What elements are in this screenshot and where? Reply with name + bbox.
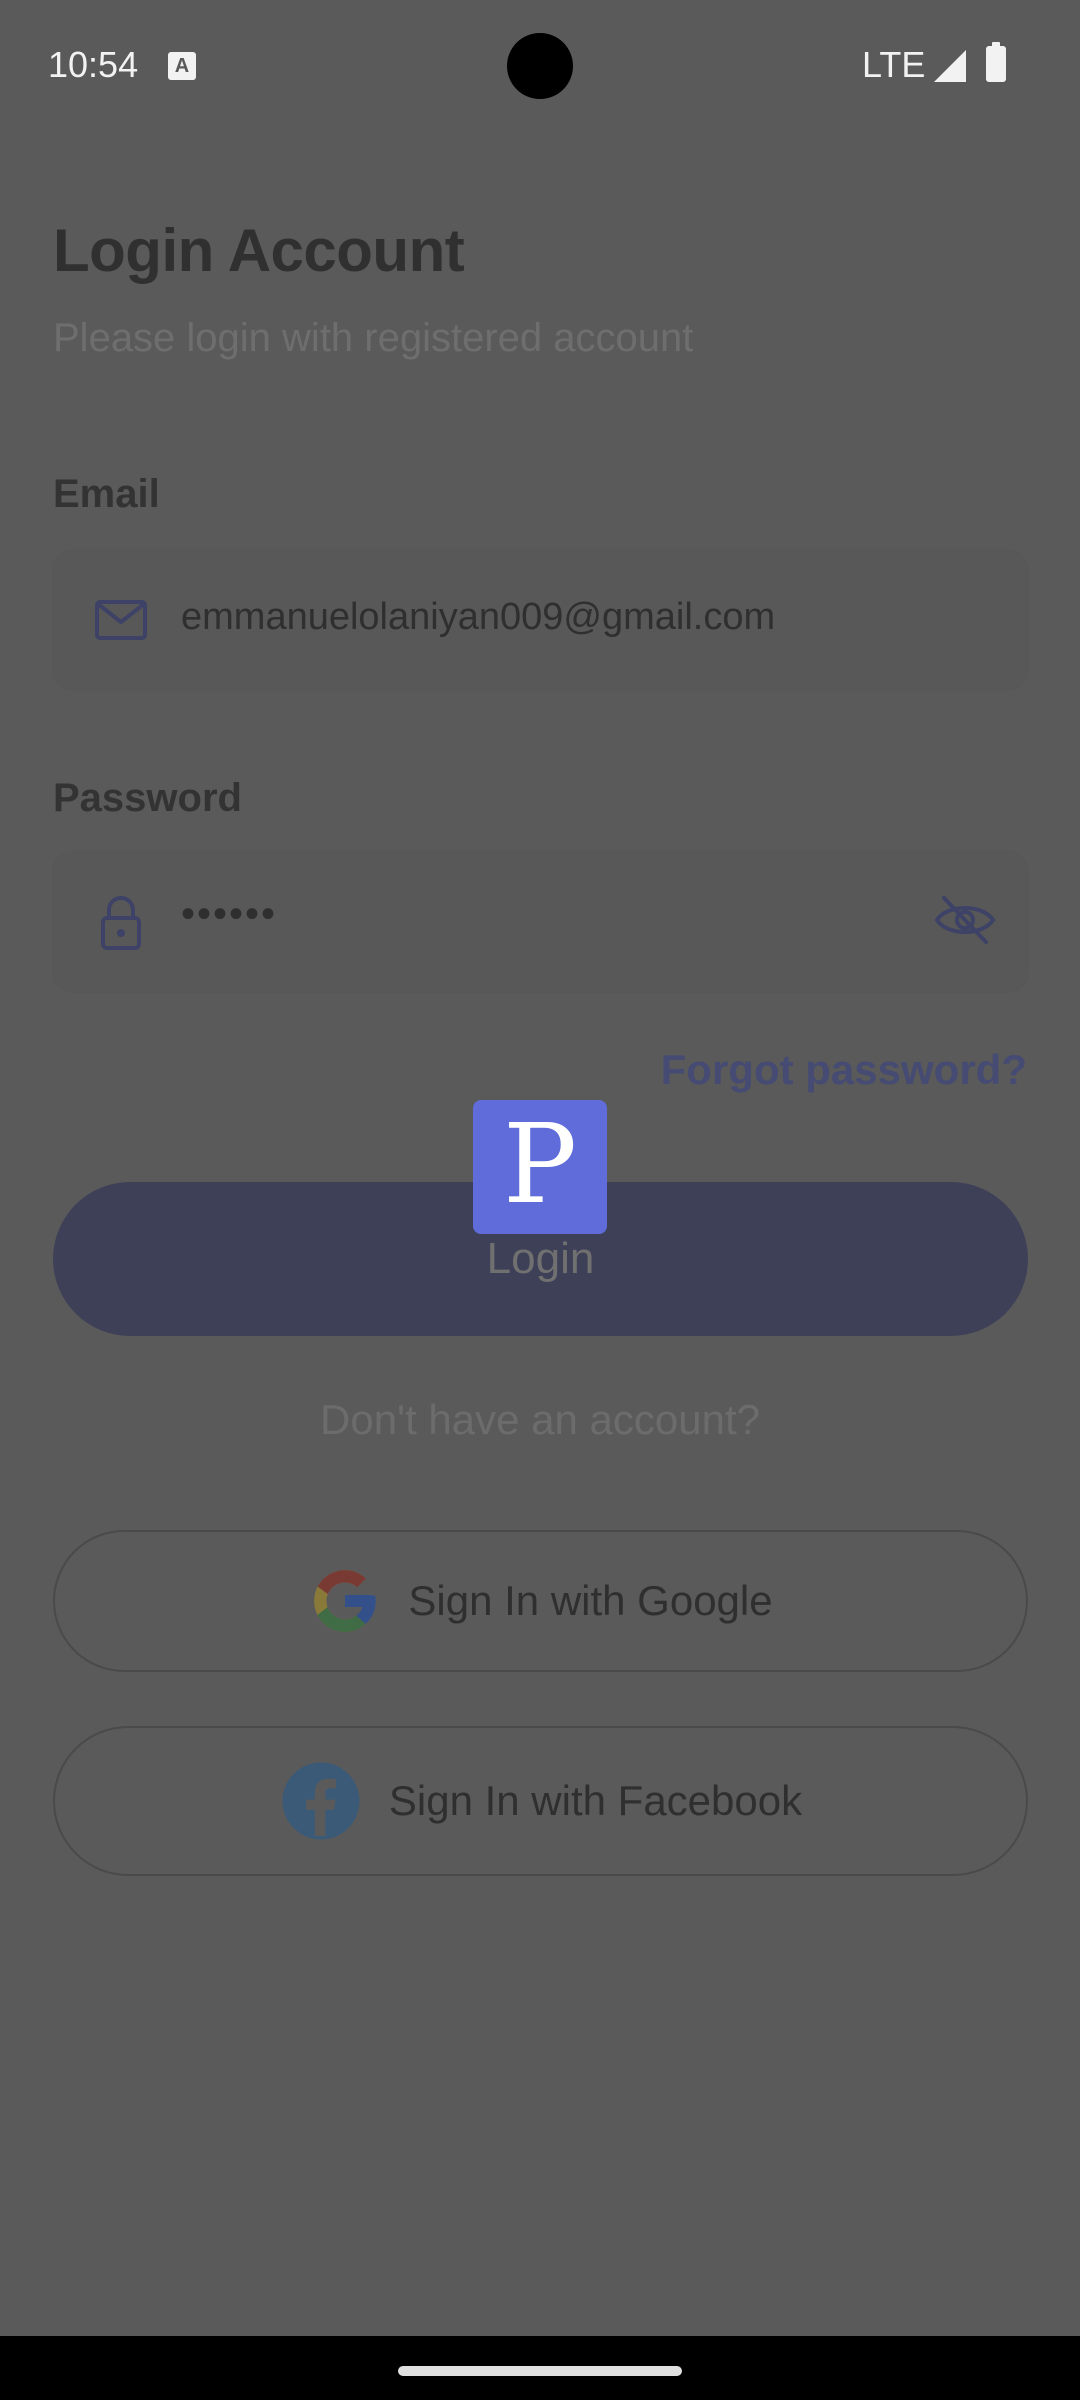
app-logo-letter: P: [502, 1100, 577, 1228]
login-screen: 10:54 A LTE Login Account Please login w…: [0, 0, 1080, 2336]
facebook-sign-in-label: Sign In with Facebook: [388, 1777, 803, 1824]
eye-off-icon[interactable]: [932, 890, 998, 950]
password-value: ••••••: [181, 892, 278, 936]
no-account-text[interactable]: Don't have an account?: [0, 1396, 1080, 1444]
app-logo-badge: P: [473, 1100, 607, 1234]
notification-a-icon: A: [168, 52, 196, 80]
signal-icon: [934, 50, 966, 82]
mail-icon: [95, 600, 147, 640]
google-sign-in-button[interactable]: Sign In with Google: [53, 1530, 1028, 1672]
network-type: LTE: [862, 44, 926, 85]
forgot-password-link[interactable]: Forgot password?: [661, 1046, 1027, 1094]
email-field[interactable]: emmanuelolaniyan009@gmail.com: [53, 550, 1028, 690]
lock-icon: [101, 896, 141, 950]
password-label: Password: [53, 776, 242, 820]
password-field[interactable]: ••••••: [53, 852, 1028, 992]
page-title: Login Account: [53, 217, 465, 284]
navigation-bar: [0, 2336, 1080, 2400]
google-sign-in-label: Sign In with Google: [408, 1577, 773, 1624]
email-label: Email: [53, 472, 160, 516]
facebook-icon: [282, 1762, 360, 1840]
status-time: 10:54: [48, 44, 139, 85]
battery-icon: [986, 42, 1006, 82]
google-icon: [314, 1570, 377, 1632]
email-value: emmanuelolaniyan009@gmail.com: [181, 596, 776, 638]
status-bar: 10:54 A LTE: [0, 0, 1080, 134]
facebook-sign-in-button[interactable]: Sign In with Facebook: [53, 1726, 1028, 1876]
login-button-label: Login: [486, 1234, 595, 1283]
camera-cutout: [507, 33, 573, 99]
page-subtitle: Please login with registered account: [53, 316, 694, 360]
home-gesture-handle[interactable]: [398, 2366, 682, 2376]
